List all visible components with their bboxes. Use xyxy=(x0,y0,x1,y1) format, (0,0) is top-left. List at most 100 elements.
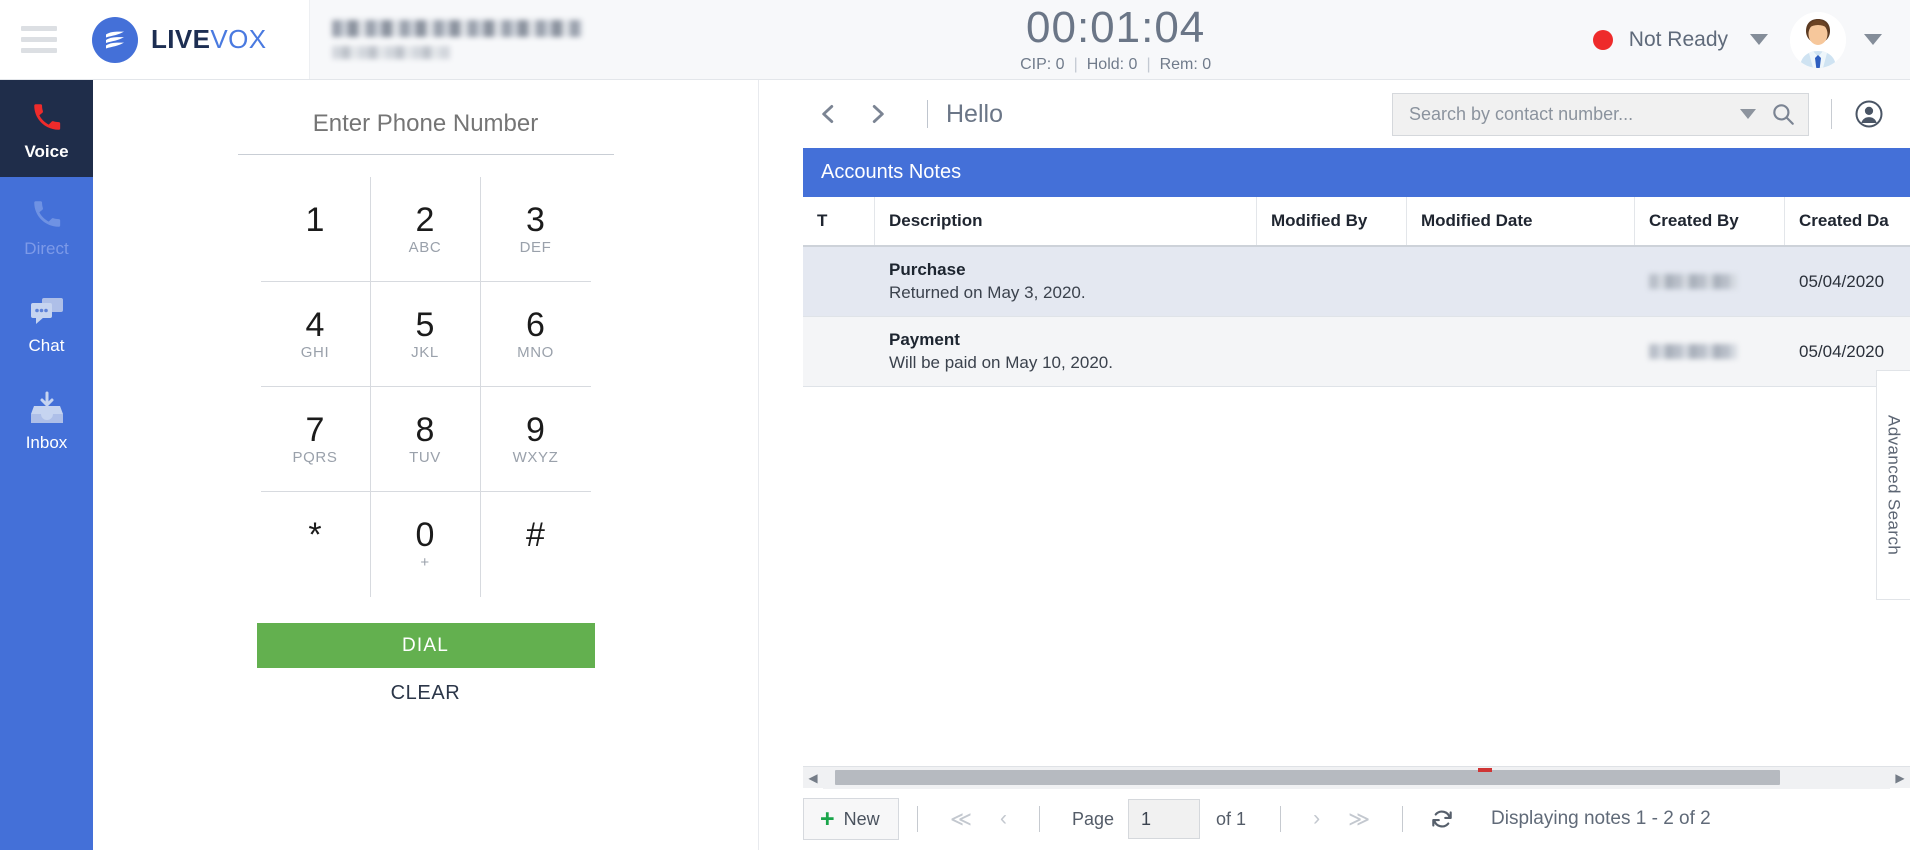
refresh-icon[interactable] xyxy=(1421,806,1463,832)
grid-title: Accounts Notes xyxy=(803,148,1910,197)
cell-type xyxy=(803,247,875,316)
sidebar-item-inbox[interactable]: Inbox xyxy=(0,371,93,468)
scrollbar-thumb[interactable] xyxy=(835,769,1780,785)
user-avatar[interactable] xyxy=(1790,11,1846,68)
livevox-wave-logo-icon xyxy=(92,16,138,63)
key-number: 0 xyxy=(415,516,435,554)
main-header: Hello xyxy=(759,80,1910,148)
page-title: Hello xyxy=(946,99,1003,128)
dialpad-key-9[interactable]: 9 WXYZ xyxy=(480,387,591,492)
cell-type xyxy=(803,317,875,386)
search-icon[interactable] xyxy=(1770,101,1796,127)
cell-created-date: 05/04/2020 xyxy=(1799,271,1885,291)
agent-status-block: Not Ready xyxy=(1592,0,1910,79)
dialpad-key-2[interactable]: 2 ABC xyxy=(370,177,481,282)
column-header-modified-date[interactable]: Modified Date xyxy=(1407,197,1635,245)
rem-count: Rem: 0 xyxy=(1159,55,1212,73)
status-indicator-dot xyxy=(1592,29,1613,50)
header-divider xyxy=(927,100,928,128)
table-row[interactable]: Payment Will be paid on May 10, 2020. 05… xyxy=(803,317,1910,387)
hamburger-bar xyxy=(21,37,57,42)
sidebar-item-voice[interactable]: Voice xyxy=(0,80,93,177)
column-header-created-date[interactable]: Created Da xyxy=(1785,197,1910,245)
scrollbar-track[interactable] xyxy=(823,766,1890,789)
sidebar-item-direct[interactable]: Direct xyxy=(0,177,93,274)
grid-empty-space xyxy=(803,387,1910,766)
chevron-left-icon[interactable] xyxy=(803,97,853,131)
sidebar-item-label: Chat xyxy=(28,335,65,355)
first-page-button[interactable]: ≪ xyxy=(936,807,986,832)
cell-modified-by xyxy=(1257,247,1407,316)
cip-count: CIP: 0 xyxy=(1020,55,1065,73)
search-area xyxy=(1392,92,1910,136)
prev-page-button[interactable]: ‹ xyxy=(986,807,1021,831)
inbox-tray-icon xyxy=(29,387,65,425)
column-header-type[interactable]: T xyxy=(803,197,875,245)
cell-created-by xyxy=(1635,247,1785,316)
key-number: 9 xyxy=(526,410,545,449)
search-box[interactable] xyxy=(1392,92,1809,136)
advanced-search-label: Advanced Search xyxy=(1884,414,1904,556)
status-label: Not Ready xyxy=(1628,27,1728,51)
horizontal-scrollbar[interactable]: ◀ ▶ xyxy=(803,766,1910,789)
last-page-button[interactable]: ≫ xyxy=(1334,807,1384,832)
table-header: T Description Modified By Modified Date … xyxy=(803,197,1910,247)
table-row[interactable]: Purchase Returned on May 3, 2020. 05/04/… xyxy=(803,247,1910,317)
note-body: Will be paid on May 10, 2020. xyxy=(889,353,1113,372)
dialpad-key-7[interactable]: 7 PQRS xyxy=(260,387,371,492)
status-chevron-down-icon[interactable] xyxy=(1750,34,1768,45)
app-body: Voice Direct Chat Inbox Enter Phone Numb… xyxy=(0,80,1910,850)
cell-created-by xyxy=(1635,317,1785,386)
key-number: 1 xyxy=(305,200,325,239)
column-header-created-by[interactable]: Created By xyxy=(1635,197,1785,245)
created-by-redacted xyxy=(1649,344,1737,359)
dialpad-key-5[interactable]: 5 JKL xyxy=(370,282,481,387)
dial-button[interactable]: DIAL xyxy=(256,623,595,668)
chat-bubble-icon xyxy=(29,290,65,328)
plus-icon: + xyxy=(820,804,835,833)
key-number: 3 xyxy=(526,200,545,239)
sidebar-item-label: Voice xyxy=(24,141,69,161)
scroll-right-icon[interactable]: ▶ xyxy=(1890,771,1910,785)
key-letters: TUV xyxy=(409,448,441,466)
brand-name-secondary: VOX xyxy=(210,24,267,54)
sidebar-item-chat[interactable]: Chat xyxy=(0,274,93,371)
dialpad-key-0[interactable]: 0 + xyxy=(371,492,481,597)
dialpad-key-1[interactable]: 1 xyxy=(260,177,371,282)
dialpad-key-3[interactable]: 3 DEF xyxy=(480,177,591,282)
new-note-button[interactable]: + New xyxy=(803,798,899,840)
sidebar-item-label: Direct xyxy=(24,238,69,258)
avatar-chevron-down-icon[interactable] xyxy=(1864,34,1882,45)
hamburger-bar xyxy=(21,48,57,53)
column-header-description[interactable]: Description xyxy=(875,197,1257,245)
next-page-button[interactable]: › xyxy=(1299,807,1334,831)
key-number: 8 xyxy=(415,410,435,449)
key-letters: DEF xyxy=(519,238,552,256)
dialpad-key-star[interactable]: * xyxy=(261,492,371,597)
hamburger-menu-icon[interactable] xyxy=(0,0,78,79)
cell-modified-date xyxy=(1407,317,1635,386)
dialpad-key-6[interactable]: 6 MNO xyxy=(480,282,591,387)
phone-number-input[interactable] xyxy=(237,110,614,155)
dialpad-key-hash[interactable]: # xyxy=(481,492,591,597)
advanced-search-tab[interactable]: Advanced Search xyxy=(1876,370,1910,600)
key-number: 4 xyxy=(305,305,325,344)
dialpad-key-4[interactable]: 4 GHI xyxy=(260,282,371,387)
main-content: Accounts Notes T Description Modified By… xyxy=(759,148,1910,850)
brand-logo[interactable]: LIVEVOX xyxy=(78,0,267,79)
clear-button[interactable]: CLEAR xyxy=(391,682,461,705)
chevron-right-icon[interactable] xyxy=(853,97,903,131)
brand-name-primary: LIVE xyxy=(151,24,211,54)
phone-icon xyxy=(30,193,64,231)
search-chevron-down-icon[interactable] xyxy=(1740,109,1756,119)
cell-description: Purchase Returned on May 3, 2020. xyxy=(875,247,1257,316)
scroll-left-icon[interactable]: ◀ xyxy=(803,771,823,785)
contact-person-icon[interactable] xyxy=(1854,99,1884,129)
dialpad-key-8[interactable]: 8 TUV xyxy=(370,387,481,492)
column-header-modified-by[interactable]: Modified By xyxy=(1257,197,1407,245)
search-input[interactable] xyxy=(1409,103,1726,125)
note-title: Purchase xyxy=(889,260,966,279)
key-letters: + xyxy=(420,554,430,571)
cell-modified-by xyxy=(1257,317,1407,386)
page-number-input[interactable] xyxy=(1128,799,1201,839)
